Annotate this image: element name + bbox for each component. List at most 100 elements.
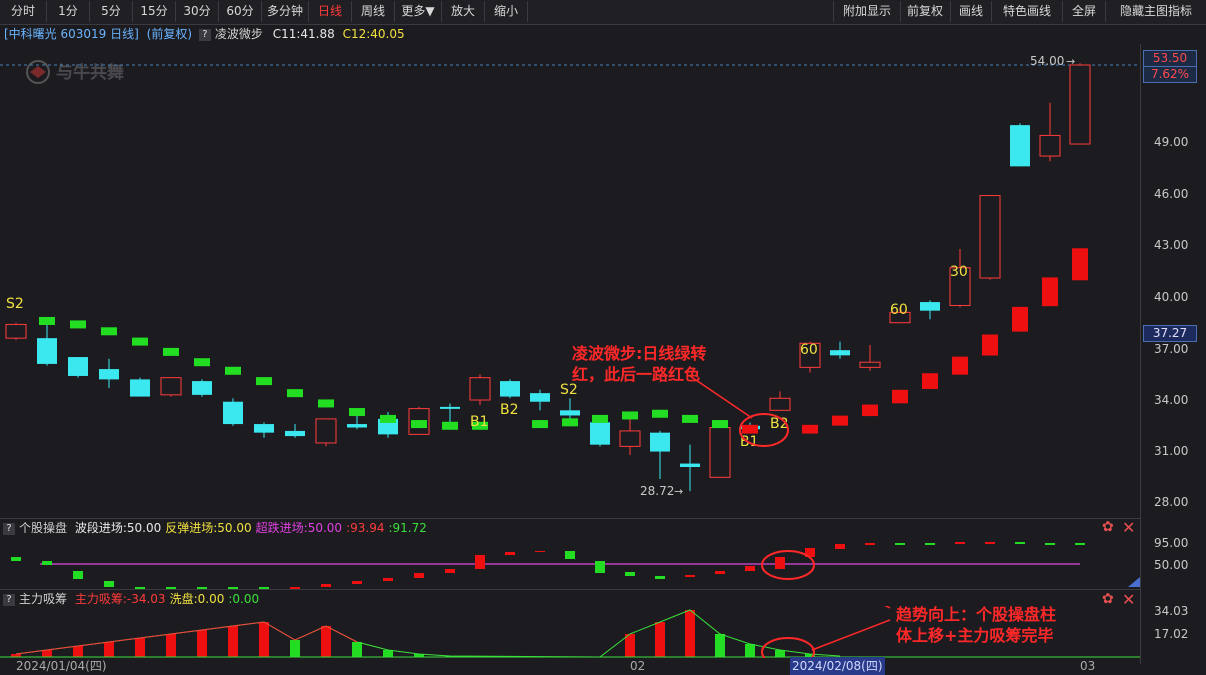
indicator-bar	[595, 561, 605, 573]
candle-body	[130, 379, 150, 397]
indicator-bar	[625, 634, 635, 657]
panel1-tick: 95.00	[1154, 536, 1189, 550]
panel1-title[interactable]: 个股操盘	[19, 521, 67, 535]
candle-body	[469, 377, 491, 401]
indicator-value: 洗盘:0.00	[169, 592, 225, 606]
candle-body	[5, 323, 27, 339]
indicator-bar	[1075, 543, 1085, 545]
step-block	[922, 373, 938, 389]
indicator-bar	[42, 650, 52, 657]
candle-body	[347, 424, 367, 428]
help-icon[interactable]: ?	[3, 593, 15, 606]
indicator-bar	[655, 622, 665, 657]
indicator-bar	[104, 642, 114, 657]
adjust-label: (前复权)	[146, 27, 193, 41]
candle-body	[530, 393, 550, 402]
indicator-bar	[475, 555, 485, 569]
signal-label: 30	[950, 264, 968, 280]
step-block	[225, 366, 241, 375]
date-label: 03	[1080, 659, 1096, 673]
stock-title[interactable]: [中科曙光 603019 日线]	[4, 27, 139, 41]
indicator-bar	[135, 638, 145, 657]
panel1-tick: 50.00	[1154, 558, 1189, 572]
help-icon[interactable]: ?	[198, 28, 211, 41]
indicator-bar	[655, 576, 665, 579]
step-block	[442, 421, 458, 430]
indicator-bar	[715, 571, 725, 574]
indicator-value: 反弹进场:50.00	[165, 521, 252, 535]
step-block	[862, 404, 878, 417]
signal-label: B1	[470, 414, 489, 430]
panel2-title[interactable]: 主力吸筹	[19, 592, 67, 606]
tab-5min[interactable]: 5分	[90, 1, 133, 22]
settings-gear-icon[interactable]: ✿	[1102, 591, 1114, 607]
candle-body	[769, 397, 791, 411]
help-icon[interactable]: ?	[3, 522, 15, 535]
arrow-right-icon: →	[674, 485, 683, 498]
step-block	[132, 337, 148, 346]
indicator-c2: C12:40.05	[342, 27, 405, 41]
close-icon[interactable]: ✕	[1122, 518, 1135, 537]
settings-gear-icon[interactable]: ✿	[1102, 519, 1114, 535]
step-block	[70, 320, 86, 329]
indicator-bar	[104, 581, 114, 587]
hide-indicator-button[interactable]: 隐藏主图指标	[1106, 1, 1206, 22]
flow-line	[15, 621, 358, 655]
annotation-line: 凌波微步:日线绿转	[572, 344, 707, 363]
indicator-bar	[955, 542, 965, 544]
tab-1min[interactable]: 1分	[47, 1, 90, 22]
price-tick: 37.00	[1154, 342, 1189, 356]
tab-30min[interactable]: 30分	[176, 1, 219, 22]
step-block	[39, 316, 55, 325]
step-block	[712, 420, 728, 429]
extra-display-button[interactable]: 附加显示	[833, 1, 901, 22]
step-block	[742, 424, 758, 434]
step-block	[532, 420, 548, 429]
tab-60min[interactable]: 60分	[219, 1, 262, 22]
candle-body	[1010, 125, 1030, 167]
signal-label: B2	[500, 402, 519, 418]
signal-label: S2	[6, 296, 24, 312]
tab-fenshi[interactable]: 分时	[0, 1, 47, 22]
panel1-chart[interactable]	[0, 537, 1140, 589]
zoom-out-button[interactable]: 缩小	[485, 1, 528, 22]
more-dropdown[interactable]: 更多▼	[395, 1, 442, 22]
tab-multi-min[interactable]: 多分钟	[262, 1, 309, 22]
indicator-name[interactable]: 凌波微步	[215, 27, 263, 41]
step-block	[163, 347, 179, 356]
signal-label: 60	[800, 342, 818, 358]
candle-body	[500, 381, 520, 397]
annotation-line: 红，此后一路红色	[572, 365, 701, 384]
indicator-bar	[685, 610, 695, 657]
candle-body	[285, 430, 305, 437]
adjust-button[interactable]: 前复权	[900, 1, 951, 22]
candlestick-chart[interactable]: S2B1B2S2B1B2606030 54.00 → 28.72 →	[0, 44, 1140, 518]
tab-daily[interactable]: 日线	[309, 1, 352, 22]
step-block	[832, 415, 848, 426]
step-block	[952, 356, 968, 375]
candle-body	[920, 302, 940, 311]
panel2-tick: 34.03	[1154, 604, 1189, 618]
indicator-bar	[505, 552, 515, 555]
indicator-value: :0.00	[228, 592, 260, 606]
tab-weekly[interactable]: 周线	[352, 1, 395, 22]
indicator-value: :91.72	[388, 521, 427, 535]
indicator-bar	[745, 644, 755, 657]
zoom-in-button[interactable]: 放大	[442, 1, 485, 22]
special-draw-button[interactable]: 特色画线	[992, 1, 1063, 22]
candle-body	[979, 195, 1001, 279]
panel1-header: ? 个股操盘 波段进场:50.00 反弹进场:50.00 超跌进场:50.00:93.…	[0, 520, 1140, 537]
fullscreen-button[interactable]: 全屏	[1063, 1, 1106, 22]
annotation-line: 趋势向上：个股操盘柱	[896, 605, 1057, 624]
candle-body	[223, 401, 243, 425]
step-block	[287, 389, 303, 398]
last-price-badge: 53.50	[1143, 50, 1197, 67]
candle-body	[99, 369, 119, 380]
indicator-value: :93.94	[346, 521, 385, 535]
tab-15min[interactable]: 15分	[133, 1, 176, 22]
indicator-bar	[73, 571, 83, 579]
chart-info-bar: [中科曙光 603019 日线] (前复权) ? 凌波微步 C11:41.88 C…	[0, 25, 1140, 43]
price-tick: 31.00	[1154, 444, 1189, 458]
draw-line-button[interactable]: 画线	[951, 1, 992, 22]
indicator-bar	[1045, 543, 1055, 545]
